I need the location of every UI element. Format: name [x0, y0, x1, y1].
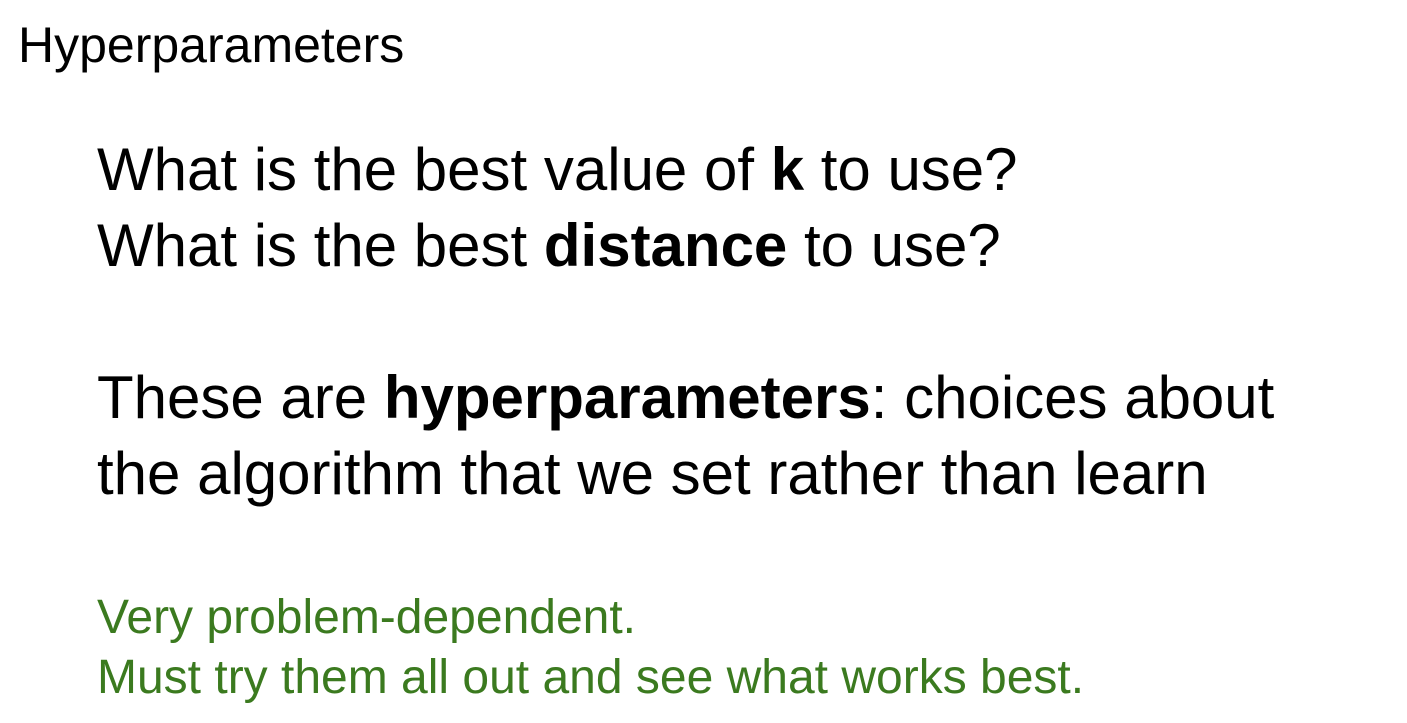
note-line-2: Must try them all out and see what works…	[97, 651, 1085, 704]
notes-block: Very problem-dependent. Must try them al…	[97, 588, 1084, 708]
question-k: What is the best value of k to use?	[97, 132, 1018, 208]
definition-bold-term: hyperparameters	[383, 364, 871, 431]
definition-line-1: These are hyperparameters: choices about	[97, 360, 1274, 436]
question-distance-text-before: What is the best	[97, 212, 544, 279]
question-distance-text-after: to use?	[787, 212, 1001, 279]
definition-line-2: the algorithm that we set rather than le…	[97, 440, 1208, 507]
note-line-1: Very problem-dependent.	[97, 591, 637, 644]
question-distance-bold-term: distance	[543, 212, 788, 279]
definition-block: These are hyperparameters: choices about…	[97, 360, 1274, 512]
definition-text-after: : choices about	[870, 364, 1275, 431]
question-k-text-after: to use?	[804, 136, 1018, 203]
question-k-bold-term: k	[770, 136, 805, 203]
definition-text-before: These are	[97, 364, 384, 431]
question-k-text-before: What is the best value of	[97, 136, 771, 203]
questions-block: What is the best value of k to use? What…	[97, 132, 1018, 284]
question-distance: What is the best distance to use?	[97, 208, 1018, 284]
slide-title: Hyperparameters	[18, 17, 405, 73]
